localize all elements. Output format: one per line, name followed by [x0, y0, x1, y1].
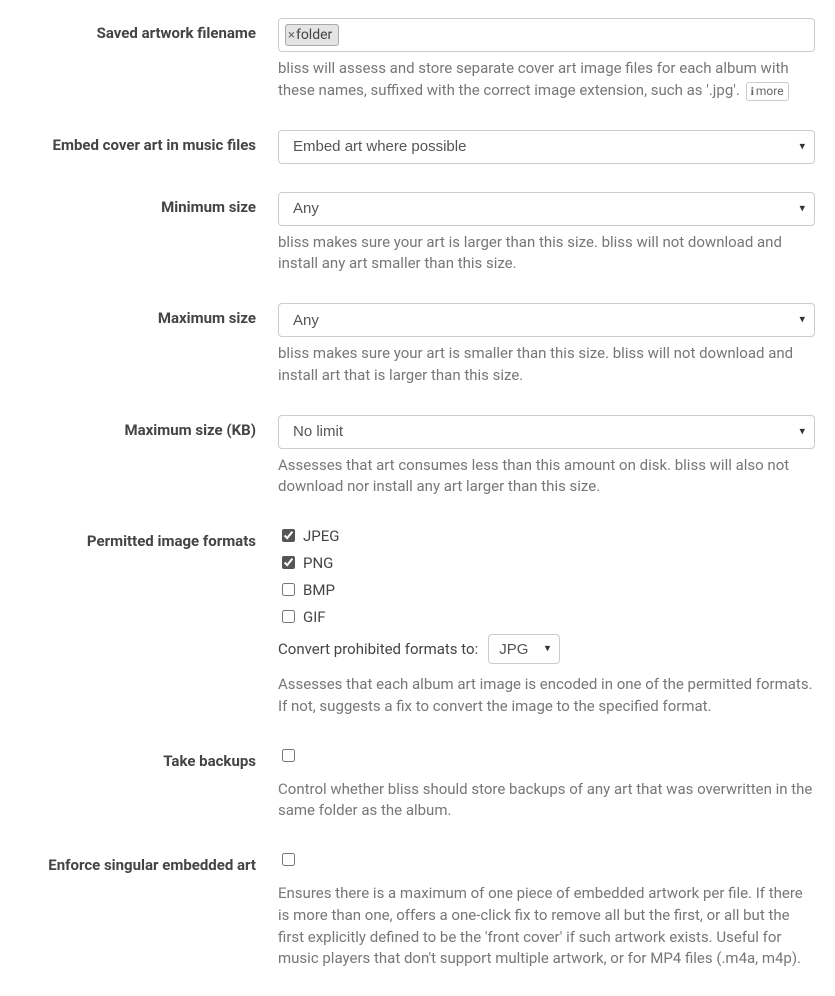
- filename-tag-text: folder: [296, 27, 332, 43]
- format-option[interactable]: PNG: [278, 553, 815, 572]
- row-max-kb: Maximum size (KB) No limit Assesses that…: [20, 415, 815, 499]
- row-saved-artwork: Saved artwork filename × folder bliss wi…: [20, 18, 815, 102]
- row-embed: Embed cover art in music files Embed art…: [20, 130, 815, 164]
- format-name: BMP: [303, 581, 335, 599]
- format-option[interactable]: JPEG: [278, 526, 815, 545]
- row-backups: Take backups Control whether bliss shoul…: [20, 746, 815, 823]
- row-max-size: Maximum size Any bliss makes sure your a…: [20, 303, 815, 387]
- format-checkbox[interactable]: [282, 610, 295, 623]
- singular-checkbox[interactable]: [282, 853, 295, 866]
- label-formats: Permitted image formats: [20, 526, 278, 550]
- format-name: PNG: [303, 554, 333, 572]
- format-checkbox[interactable]: [282, 529, 295, 542]
- label-min-size: Minimum size: [20, 192, 278, 216]
- row-formats: Permitted image formats JPEG PNG BMP GIF Co…: [20, 526, 815, 718]
- format-name: GIF: [303, 608, 326, 626]
- filename-tag[interactable]: × folder: [285, 24, 339, 46]
- help-max-size: bliss makes sure your art is smaller tha…: [278, 343, 815, 387]
- format-list: JPEG PNG BMP GIF: [278, 526, 815, 626]
- convert-line: Convert prohibited formats to: JPG: [278, 634, 815, 664]
- row-min-size: Minimum size Any bliss makes sure your a…: [20, 192, 815, 276]
- max-kb-select[interactable]: No limit: [278, 415, 815, 449]
- help-min-size: bliss makes sure your art is larger than…: [278, 232, 815, 276]
- max-size-select[interactable]: Any: [278, 303, 815, 337]
- label-max-kb: Maximum size (KB): [20, 415, 278, 439]
- label-saved-artwork: Saved artwork filename: [20, 18, 278, 42]
- format-checkbox[interactable]: [282, 583, 295, 596]
- help-max-kb: Assesses that art consumes less than thi…: [278, 455, 815, 499]
- help-backups: Control whether bliss should store backu…: [278, 779, 815, 823]
- more-button[interactable]: imore: [746, 82, 789, 101]
- label-backups: Take backups: [20, 746, 278, 770]
- label-embed: Embed cover art in music files: [20, 130, 278, 154]
- min-size-select[interactable]: Any: [278, 192, 815, 226]
- format-option[interactable]: BMP: [278, 580, 815, 599]
- label-max-size: Maximum size: [20, 303, 278, 327]
- row-singular: Enforce singular embedded art Ensures th…: [20, 850, 815, 970]
- format-option[interactable]: GIF: [278, 607, 815, 626]
- label-singular: Enforce singular embedded art: [20, 850, 278, 874]
- format-name: JPEG: [303, 527, 339, 545]
- format-checkbox[interactable]: [282, 556, 295, 569]
- convert-select[interactable]: JPG: [488, 634, 560, 664]
- embed-select[interactable]: Embed art where possible: [278, 130, 815, 164]
- help-saved-artwork: bliss will assess and store separate cov…: [278, 58, 815, 102]
- help-formats: Assesses that each album art image is en…: [278, 674, 815, 718]
- backups-checkbox[interactable]: [282, 749, 295, 762]
- remove-tag-icon[interactable]: ×: [288, 28, 295, 43]
- convert-label: Convert prohibited formats to:: [278, 640, 478, 658]
- help-singular: Ensures there is a maximum of one piece …: [278, 883, 815, 970]
- saved-artwork-input[interactable]: × folder: [278, 18, 815, 52]
